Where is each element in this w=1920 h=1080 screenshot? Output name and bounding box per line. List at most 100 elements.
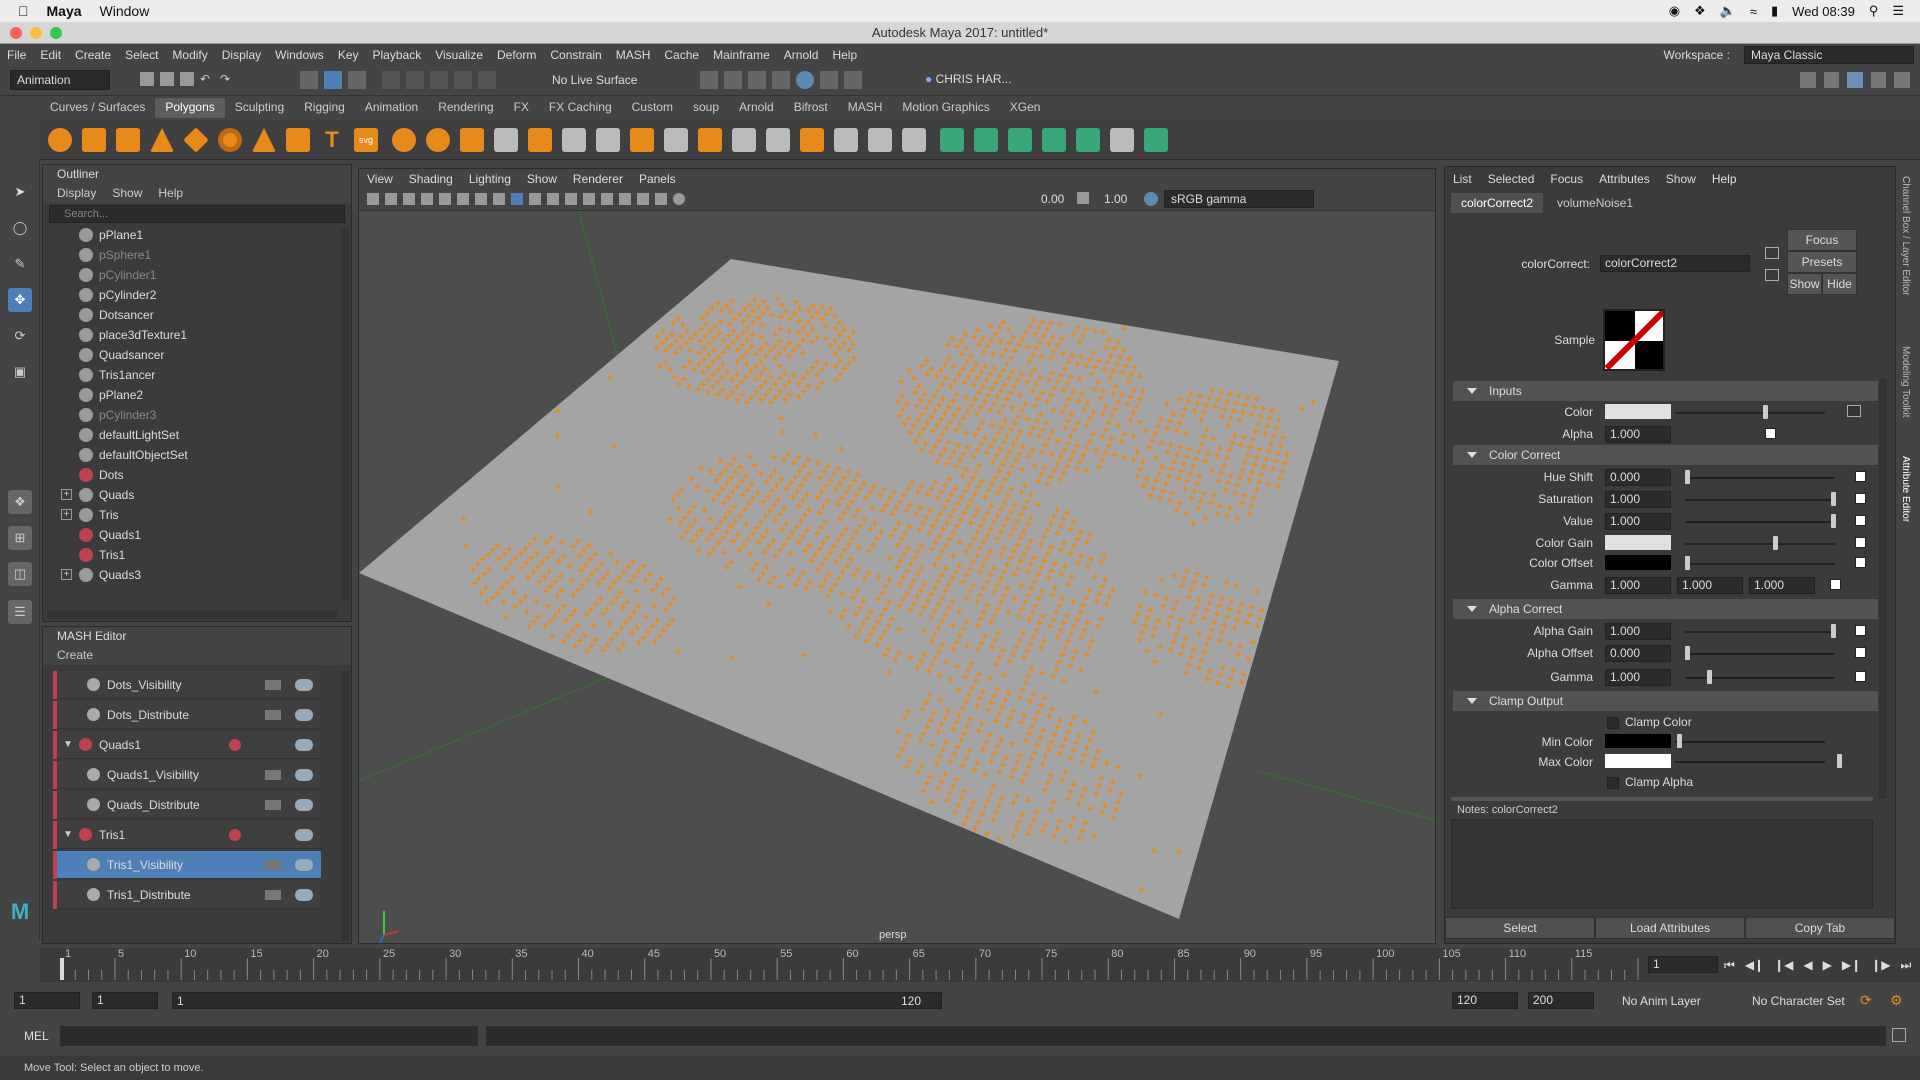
mash-node-row[interactable]: Tris1_Distribute [53, 881, 321, 909]
clamp-alpha-checkbox[interactable] [1607, 777, 1619, 789]
shelf-tab-fx-caching[interactable]: FX Caching [539, 98, 622, 118]
gamma-value[interactable]: 1.00 [1104, 192, 1127, 206]
min-color-swatch[interactable] [1605, 734, 1671, 748]
hue-shift-map-icon[interactable] [1855, 471, 1866, 482]
alpha-field[interactable]: 1.000 [1605, 426, 1671, 443]
graph-icon[interactable] [265, 710, 281, 720]
step-back-frame-icon[interactable]: ❙◀ [1774, 958, 1793, 973]
mash-node-row[interactable]: ▼ Tris1 [53, 821, 321, 849]
saturation-map-icon[interactable] [1855, 493, 1866, 504]
menu-mainframe[interactable]: Mainframe [713, 48, 770, 62]
shadows-icon[interactable] [565, 193, 577, 205]
mirror-icon[interactable] [460, 128, 484, 152]
mash-replicator-icon[interactable] [1008, 128, 1032, 152]
shelf-tab-arnold[interactable]: Arnold [729, 98, 784, 118]
ae-select-button[interactable]: Select [1445, 917, 1595, 939]
poly-cube-icon[interactable] [82, 128, 106, 152]
graph-icon[interactable] [265, 680, 281, 690]
exposure-value[interactable]: 0.00 [1041, 192, 1064, 206]
ae-tab-volumenoise[interactable]: volumeNoise1 [1547, 193, 1643, 213]
bridge-icon[interactable] [664, 128, 688, 152]
shelf-tab-animation[interactable]: Animation [355, 98, 428, 118]
film-gate-icon[interactable] [457, 193, 469, 205]
menu-cache[interactable]: Cache [664, 48, 699, 62]
viewport-menu-renderer[interactable]: Renderer [573, 172, 623, 186]
outliner-item[interactable]: Tris1ancer [43, 365, 351, 385]
zoom-window-button[interactable] [50, 27, 62, 39]
outliner-item[interactable]: + Quads [43, 485, 351, 505]
menu-create[interactable]: Create [75, 48, 111, 62]
xray-icon[interactable] [655, 193, 667, 205]
color-offset-slider[interactable] [1685, 563, 1835, 565]
workspace-select[interactable]: Maya Classic [1744, 46, 1914, 64]
expand-icon[interactable]: + [61, 489, 72, 500]
render-settings-icon[interactable] [748, 71, 766, 89]
mash-network-icon[interactable] [940, 128, 964, 152]
outliner-item[interactable]: pCylinder2 [43, 285, 351, 305]
focus-output-icon[interactable] [1765, 269, 1779, 281]
alpha-gamma-field[interactable]: 1.000 [1605, 669, 1671, 686]
menu-playback[interactable]: Playback [373, 48, 422, 62]
mel-label[interactable]: MEL [24, 1029, 49, 1043]
minimize-window-button[interactable] [30, 27, 42, 39]
exposure-icon[interactable] [673, 193, 685, 205]
alpha-offset-field[interactable]: 0.000 [1605, 645, 1671, 662]
insert-edge-loop-icon[interactable] [834, 128, 858, 152]
resolution-gate-icon[interactable] [475, 193, 487, 205]
alpha-offset-slider-knob[interactable] [1685, 646, 1690, 660]
ambient-occlusion-icon[interactable] [583, 193, 595, 205]
shelf-tab-custom[interactable]: Custom [622, 98, 683, 118]
menu-file[interactable]: File [7, 48, 26, 62]
quad-draw-icon[interactable] [868, 128, 892, 152]
mash-waiter-icon[interactable] [974, 128, 998, 152]
max-color-slider[interactable] [1675, 761, 1825, 763]
graph-icon[interactable] [265, 860, 281, 870]
ae-menu-selected[interactable]: Selected [1488, 172, 1535, 186]
gamma-map-icon[interactable] [1830, 579, 1841, 590]
shelf-tab-xgen[interactable]: XGen [1000, 98, 1051, 118]
side-tab-channel-box[interactable]: Channel Box / Layer Editor [1900, 176, 1911, 296]
node-name-field[interactable]: colorCorrect2 [1600, 255, 1750, 272]
close-window-button[interactable] [10, 27, 22, 39]
color-gain-swatch[interactable] [1605, 535, 1671, 550]
character-set-select[interactable]: No Character Set [1752, 994, 1845, 1008]
time-slider[interactable]: 1 5 10 15 20 25 30 35 40 45 50 55 60 65 70 75 80 85 90 95 10… [40, 948, 1920, 982]
menu-help[interactable]: Help [832, 48, 857, 62]
mash-instancer-icon[interactable] [1042, 128, 1066, 152]
color-gain-slider[interactable] [1685, 543, 1835, 545]
mash-scrollbar[interactable] [341, 671, 349, 941]
go-to-start-icon[interactable]: ⏮ [1724, 958, 1735, 973]
mash-node-row[interactable]: Quads1_Visibility [53, 761, 321, 789]
mac-window-menu[interactable]: Window [100, 3, 150, 19]
color-swatch[interactable] [1605, 404, 1671, 419]
side-tab-modeling-toolkit[interactable]: Modeling Toolkit [1900, 346, 1911, 418]
hypershade-icon[interactable] [772, 71, 790, 89]
multi-cut-icon[interactable] [732, 128, 756, 152]
rotate-tool-icon[interactable]: ⟳ [8, 324, 32, 348]
snap-grid-icon[interactable] [382, 71, 400, 89]
outliner-item[interactable]: + Tris [43, 505, 351, 525]
shelf-tab-sculpting[interactable]: Sculpting [225, 98, 294, 118]
new-scene-icon[interactable] [140, 72, 154, 86]
outliner-item[interactable]: Tris1 [43, 545, 351, 565]
menuset-select[interactable]: Animation [10, 70, 110, 90]
ae-scrollbar[interactable] [1879, 379, 1887, 799]
ipr-render-icon[interactable] [724, 71, 742, 89]
anim-prefs-icon[interactable]: ⚙ [1890, 992, 1903, 1009]
snap-view-icon[interactable] [454, 71, 472, 89]
wireframe-icon[interactable] [493, 193, 505, 205]
value-field[interactable]: 1.000 [1605, 513, 1671, 530]
uv-editor-icon[interactable] [902, 128, 926, 152]
focus-button[interactable]: Focus [1787, 229, 1857, 251]
fill-hole-icon[interactable] [698, 128, 722, 152]
color-management-icon[interactable] [1144, 192, 1158, 206]
add-node-icon[interactable] [229, 829, 241, 841]
color-slider-knob[interactable] [1763, 405, 1768, 419]
poly-cone-icon[interactable] [150, 128, 174, 152]
color-map-icon[interactable] [1847, 405, 1861, 417]
mash-curve-icon[interactable] [1076, 128, 1100, 152]
ae-menu-focus[interactable]: Focus [1550, 172, 1583, 186]
antialiasing-icon[interactable] [619, 193, 631, 205]
saturation-slider[interactable] [1685, 499, 1835, 501]
smooth-icon[interactable] [528, 128, 552, 152]
